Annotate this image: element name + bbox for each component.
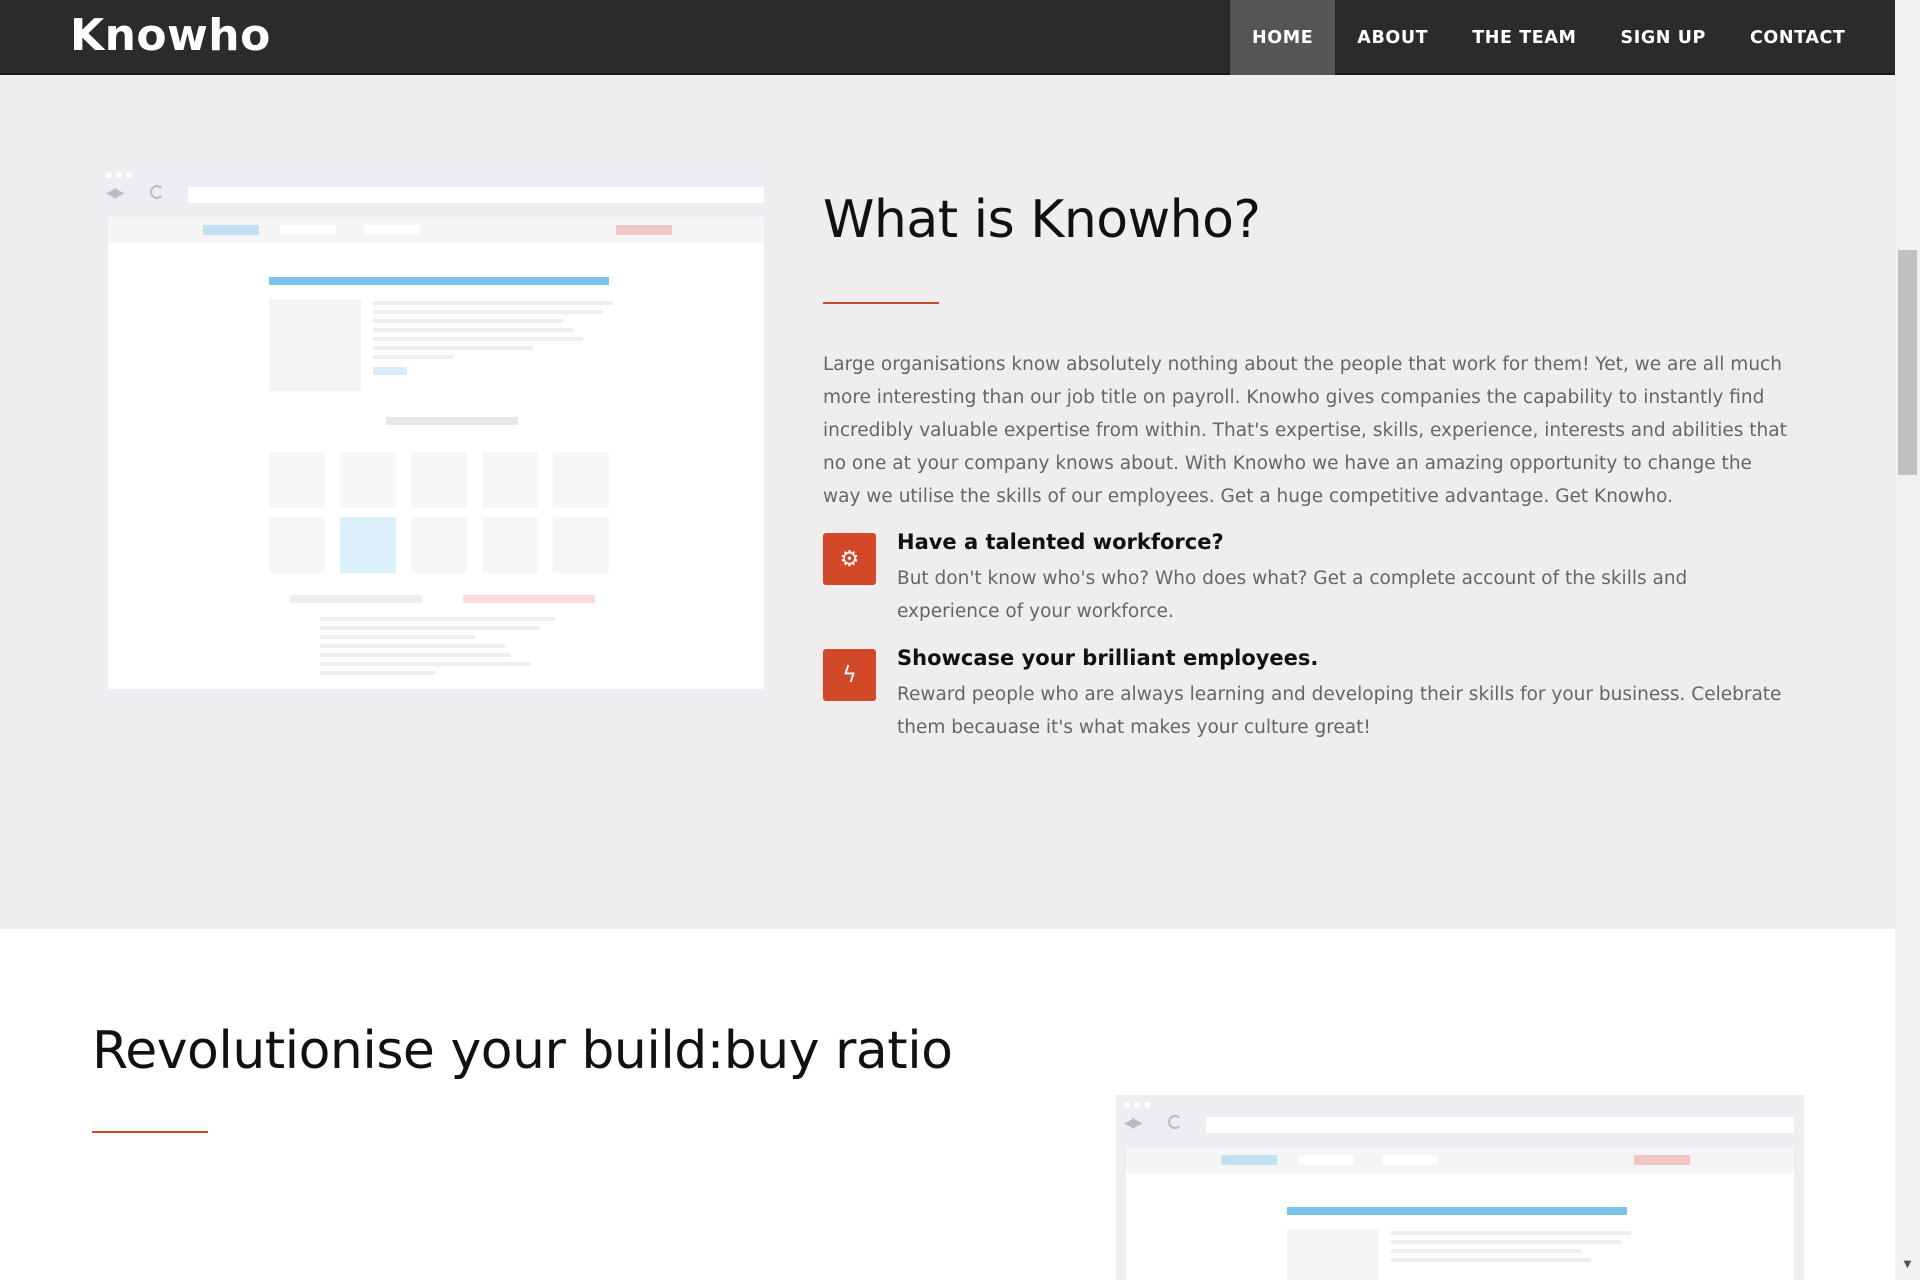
feature-title-workforce: Have a talented workforce? (897, 530, 1224, 554)
nav-contact[interactable]: CONTACT (1728, 0, 1867, 75)
about-section: ◀▶ What is Knowho? Large organisations k… (0, 75, 1895, 929)
mock-page (108, 217, 764, 689)
top-navbar: Knowho HOME ABOUT THE TEAM SIGN UP CONTA… (0, 0, 1895, 75)
nav-arrows-icon: ◀▶ (1124, 1115, 1142, 1131)
reload-icon (1168, 1115, 1182, 1129)
lightning-icon: ϟ (823, 649, 876, 701)
feature-text-showcase: Reward people who are always learning an… (897, 684, 1782, 738)
feature-text-workforce: But don't know who's who? Who does what?… (897, 568, 1688, 622)
nav-home[interactable]: HOME (1230, 0, 1336, 75)
brand-logo[interactable]: Knowho (70, 10, 271, 61)
browser-mockup-image: ◀▶ (1116, 1095, 1804, 1280)
title-underline (823, 302, 939, 304)
mock-urlbar (188, 187, 764, 203)
feature-title-showcase: Showcase your brilliant employees. (897, 646, 1319, 670)
ratio-section: Revolutionise your build:buy ratio ◀▶ (0, 929, 1895, 1280)
nav-about[interactable]: ABOUT (1335, 0, 1450, 75)
scrollbar-thumb[interactable] (1898, 250, 1917, 475)
nav-sign-up[interactable]: SIGN UP (1599, 0, 1728, 75)
ratio-title: Revolutionise your build:buy ratio (92, 1021, 953, 1081)
about-body: Large organisations know absolutely noth… (823, 354, 1787, 507)
mock-urlbar (1206, 1117, 1794, 1133)
main-nav: HOME ABOUT THE TEAM SIGN UP CONTACT (1230, 0, 1867, 75)
nav-the-team[interactable]: THE TEAM (1450, 0, 1598, 75)
nav-arrows-icon: ◀▶ (106, 185, 124, 201)
scroll-down-arrow-icon[interactable]: ▼ (1898, 1255, 1917, 1275)
browser-mockup-image: ◀▶ (98, 165, 774, 699)
window-dots (1124, 1102, 1150, 1108)
reload-icon (150, 185, 164, 199)
about-title: What is Knowho? (823, 190, 1261, 250)
page-scrollbar[interactable] (1895, 0, 1920, 1280)
mock-page (1126, 1147, 1794, 1280)
gear-icon: ⚙ (823, 533, 876, 585)
title-underline (92, 1131, 208, 1133)
window-dots (106, 172, 132, 178)
